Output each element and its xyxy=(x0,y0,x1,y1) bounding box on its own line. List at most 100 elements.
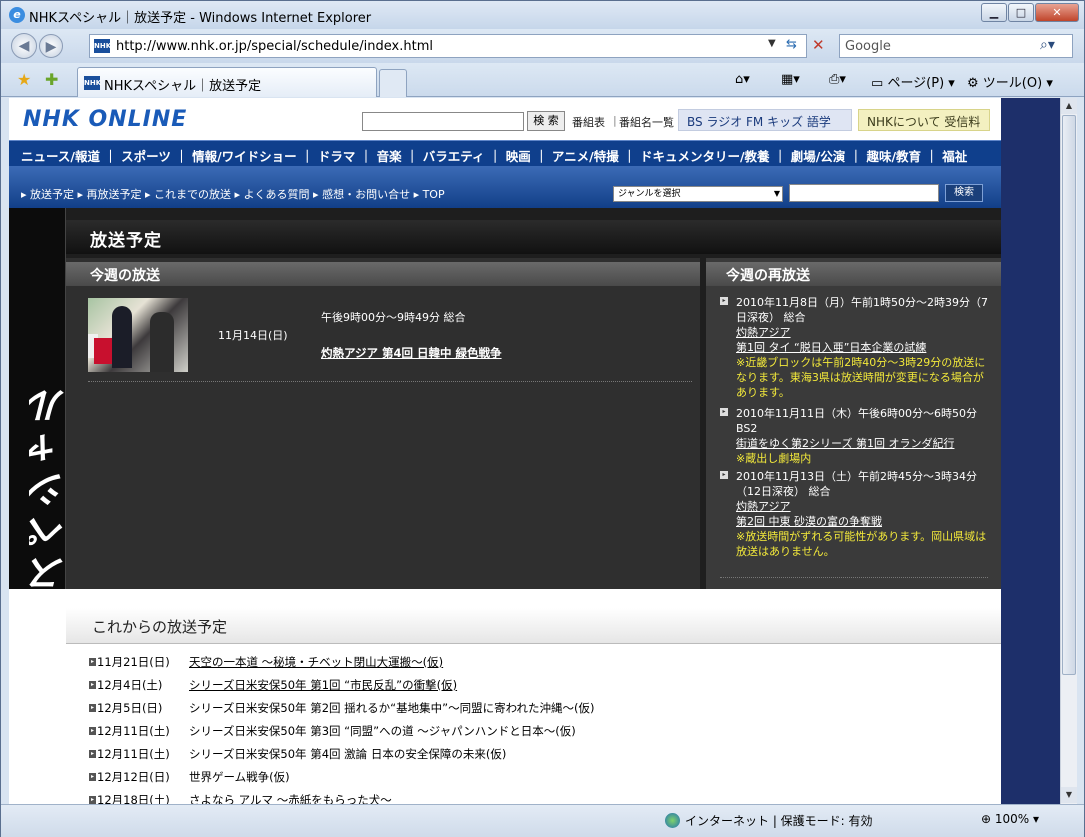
this-week-section: 今週の放送 11月14日(日) 午後9時00分〜9時49分 総合 灼熱アジア 第… xyxy=(66,258,700,589)
upcoming-date: 12月4日(土) xyxy=(97,678,163,692)
rerun-program-link[interactable]: 第1回 タイ “脱日入亜”日本企業の試練 xyxy=(736,340,988,355)
list-item: ▸ 12月18日(土) さよなら アルマ 〜赤紙をもらった犬〜 xyxy=(89,792,989,804)
refresh-icon[interactable]: ⇆ xyxy=(786,37,797,52)
vertical-scrollbar[interactable]: ▲ ▼ xyxy=(1060,98,1077,804)
upcoming-heading: これからの放送予定 xyxy=(92,618,228,636)
scroll-up-icon[interactable]: ▲ xyxy=(1061,98,1077,114)
special-subnav: ▸ 放送予定 ▸ 再放送予定 ▸ これまでの放送 ▸ よくある質問 ▸ 感想・お… xyxy=(9,166,1001,208)
upcoming-program: さよなら アルマ 〜赤紙をもらった犬〜 xyxy=(189,793,392,804)
this-week-heading: 今週の放送 xyxy=(90,268,160,284)
address-dropdown-icon[interactable]: ▼ xyxy=(768,38,776,49)
nhk-favicon-icon: NHK xyxy=(94,39,111,53)
search-placeholder: Google xyxy=(845,39,891,54)
stop-icon[interactable]: ✕ xyxy=(812,36,825,54)
upcoming-program: シリーズ日米安保50年 第2回 揺れるか“基地集中”〜同盟に寄われた沖縄〜(仮) xyxy=(189,701,595,715)
tab-nhk-special[interactable]: NHK NHKスペシャル｜放送予定 xyxy=(77,67,377,97)
upcoming-program-link[interactable]: シリーズ日米安保50年 第1回 “市民反乱”の衝撃(仮) xyxy=(189,677,457,693)
rerun-series-link[interactable]: 灼熱アジア xyxy=(736,499,988,514)
program-photo[interactable] xyxy=(88,298,188,372)
address-url[interactable]: http://www.nhk.or.jp/special/schedule/in… xyxy=(116,39,433,54)
rerun-series-link[interactable]: 灼熱アジア xyxy=(736,325,988,340)
subnav-links[interactable]: ▸ 放送予定 ▸ 再放送予定 ▸ これまでの放送 ▸ よくある質問 ▸ 感想・お… xyxy=(21,186,445,202)
minimize-button[interactable]: ▁ xyxy=(981,3,1007,22)
upcoming-program: シリーズ日米安保50年 第4回 激論 日本の安全保障の未来(仮) xyxy=(189,747,507,761)
rerun-item: ▸ 2010年11月8日（月）午前1時50分〜2時39分（7日深夜） 総合 灼熱… xyxy=(720,295,988,400)
bullet-icon: ▸ xyxy=(89,773,96,781)
bullet-icon: ▸ xyxy=(89,704,96,712)
upcoming-date: 12月11日(土) xyxy=(97,724,170,738)
subnav-search-input[interactable] xyxy=(789,184,939,202)
scroll-down-icon[interactable]: ▼ xyxy=(1061,787,1077,803)
rerun-program-link[interactable]: 街道をゆく第2シリーズ 第1回 オランダ紀行 xyxy=(736,436,988,451)
add-favorites-icon[interactable]: ✚ xyxy=(45,70,58,89)
genre-links[interactable]: ニュース/報道 ｜ スポーツ ｜ 情報/ワイドショー ｜ ドラマ ｜ 音楽 ｜ … xyxy=(21,146,967,165)
scrollbar-thumb[interactable] xyxy=(1062,115,1076,675)
page-icon: ▭ xyxy=(871,76,884,91)
this-week-program-link[interactable]: 灼熱アジア 第4回 日韓中 緑色戦争 xyxy=(321,345,502,361)
link-program-guide[interactable]: 番組表 xyxy=(572,114,605,130)
site-search-button[interactable]: 検 索 xyxy=(527,111,565,131)
rerun-header: 今週の再放送 xyxy=(706,262,1001,286)
feeds-icon[interactable]: ▦▾ xyxy=(781,72,800,87)
list-item: ▸ 12月12日(日) 世界ゲーム戦争(仮) xyxy=(89,769,989,792)
home-icon[interactable]: ⌂▾ xyxy=(735,72,750,87)
bullet-icon: ▸ xyxy=(89,681,96,689)
maximize-button[interactable]: □ xyxy=(1008,3,1034,22)
close-button[interactable]: ✕ xyxy=(1035,3,1079,22)
this-week-date: 11月14日(日) xyxy=(218,329,288,342)
upcoming-program: シリーズ日米安保50年 第3回 “同盟”への道 〜ジャパンハンドと日本〜(仮) xyxy=(189,724,576,738)
rerun-when: 2010年11月8日（月）午前1時50分〜2時39分（7日深夜） 総合 xyxy=(736,296,988,324)
bullet-icon: ▸ xyxy=(89,658,96,666)
bullet-icon: ▸ xyxy=(89,796,96,804)
upcoming-list: ▸ 11月21日(日) 天空の一本道 〜秘境・チベット閉山大運搬〜(仮) ▸ 12月4… xyxy=(89,654,989,804)
upcoming-date: 12月18日(土) xyxy=(97,793,170,804)
favorites-star-icon[interactable]: ★ xyxy=(17,70,31,89)
nhk-special-logo: NHKスペシャル xyxy=(29,382,73,698)
rerun-note: ※近畿ブロックは午前2時40分〜3時29分の放送になります。東海3県は放送時間が… xyxy=(736,356,986,399)
print-icon[interactable]: ⎙▾ xyxy=(829,72,846,87)
subnav-search-button[interactable]: 検索 xyxy=(945,184,983,202)
chevron-down-icon: ▼ xyxy=(773,189,780,198)
forward-button[interactable]: ▶ xyxy=(39,34,63,58)
nhk-favicon-icon: NHK xyxy=(84,76,101,90)
rerun-section: 今週の再放送 ▸ 2010年11月8日（月）午前1時50分〜2時39分（7日深夜… xyxy=(706,258,1001,589)
zoom-value: 100% xyxy=(994,812,1030,826)
rerun-when: 2010年11月11日（木）午後6時00分〜6時50分 BS2 xyxy=(736,407,977,435)
person-shape xyxy=(150,312,174,372)
bullet-icon: ▸ xyxy=(720,471,728,479)
upcoming-program-link[interactable]: 天空の一本道 〜秘境・チベット閉山大運搬〜(仮) xyxy=(189,654,443,670)
search-box[interactable]: Google ⌕▾ xyxy=(839,34,1073,58)
nhk-online-logo[interactable]: NHK ONLINE xyxy=(23,107,187,132)
new-tab-button[interactable] xyxy=(379,69,407,97)
site-search-input[interactable] xyxy=(362,112,524,131)
bullet-icon: ▸ xyxy=(89,750,96,758)
about-links: NHKについて 受信料 xyxy=(858,109,990,131)
page-menu-label: ページ(P) xyxy=(887,76,945,91)
security-zone[interactable]: インターネット | 保護モード: 有効 xyxy=(685,812,873,829)
back-button[interactable]: ◀ xyxy=(11,33,37,59)
bullet-icon: ▸ xyxy=(89,727,96,735)
page-menu[interactable]: ▭ ページ(P) ▾ xyxy=(871,72,955,91)
page-title-bar: 放送予定 xyxy=(66,220,1001,254)
tools-menu[interactable]: ⚙ ツール(O) ▾ xyxy=(967,72,1053,91)
link-program-list[interactable]: 番組名一覧 xyxy=(619,114,674,130)
genre-select[interactable]: ジャンルを選択 ▼ xyxy=(613,186,783,202)
zoom-level[interactable]: ⊕ 100% ▾ xyxy=(981,812,1039,826)
tab-title: NHKスペシャル｜放送予定 xyxy=(104,79,262,94)
upcoming-date: 12月5日(日) xyxy=(97,701,163,715)
upcoming-date: 11月21日(日) xyxy=(97,655,170,669)
upcoming-program: 世界ゲーム戦争(仮) xyxy=(189,770,290,784)
channel-links-text[interactable]: BS ラジオ FM キッズ 語学 xyxy=(687,113,831,130)
genre-navigation: ニュース/報道 ｜ スポーツ ｜ 情報/ワイドショー ｜ ドラマ ｜ 音楽 ｜ … xyxy=(9,140,1001,166)
address-bar[interactable]: NHK http://www.nhk.or.jp/special/schedul… xyxy=(89,34,825,58)
rerun-program-link[interactable]: 第2回 中東 砂漠の富の争奪戦 xyxy=(736,514,988,529)
list-item: ▸ 12月11日(土) シリーズ日米安保50年 第4回 激論 日本の安全保障の未来(… xyxy=(89,746,989,769)
search-icon[interactable]: ⌕▾ xyxy=(1040,37,1055,53)
list-item: ▸ 11月21日(日) 天空の一本道 〜秘境・チベット閉山大運搬〜(仮) xyxy=(89,654,989,677)
list-item: ▸ 12月4日(土) シリーズ日米安保50年 第1回 “市民反乱”の衝撃(仮) xyxy=(89,677,989,700)
upcoming-date: 12月11日(土) xyxy=(97,747,170,761)
globe-icon xyxy=(665,813,680,828)
about-links-text[interactable]: NHKについて 受信料 xyxy=(867,113,980,130)
title-bar: e NHKスペシャル｜放送予定 - Windows Internet Explo… xyxy=(1,1,1084,29)
list-item: ▸ 12月11日(土) シリーズ日米安保50年 第3回 “同盟”への道 〜ジャパンハ… xyxy=(89,723,989,746)
